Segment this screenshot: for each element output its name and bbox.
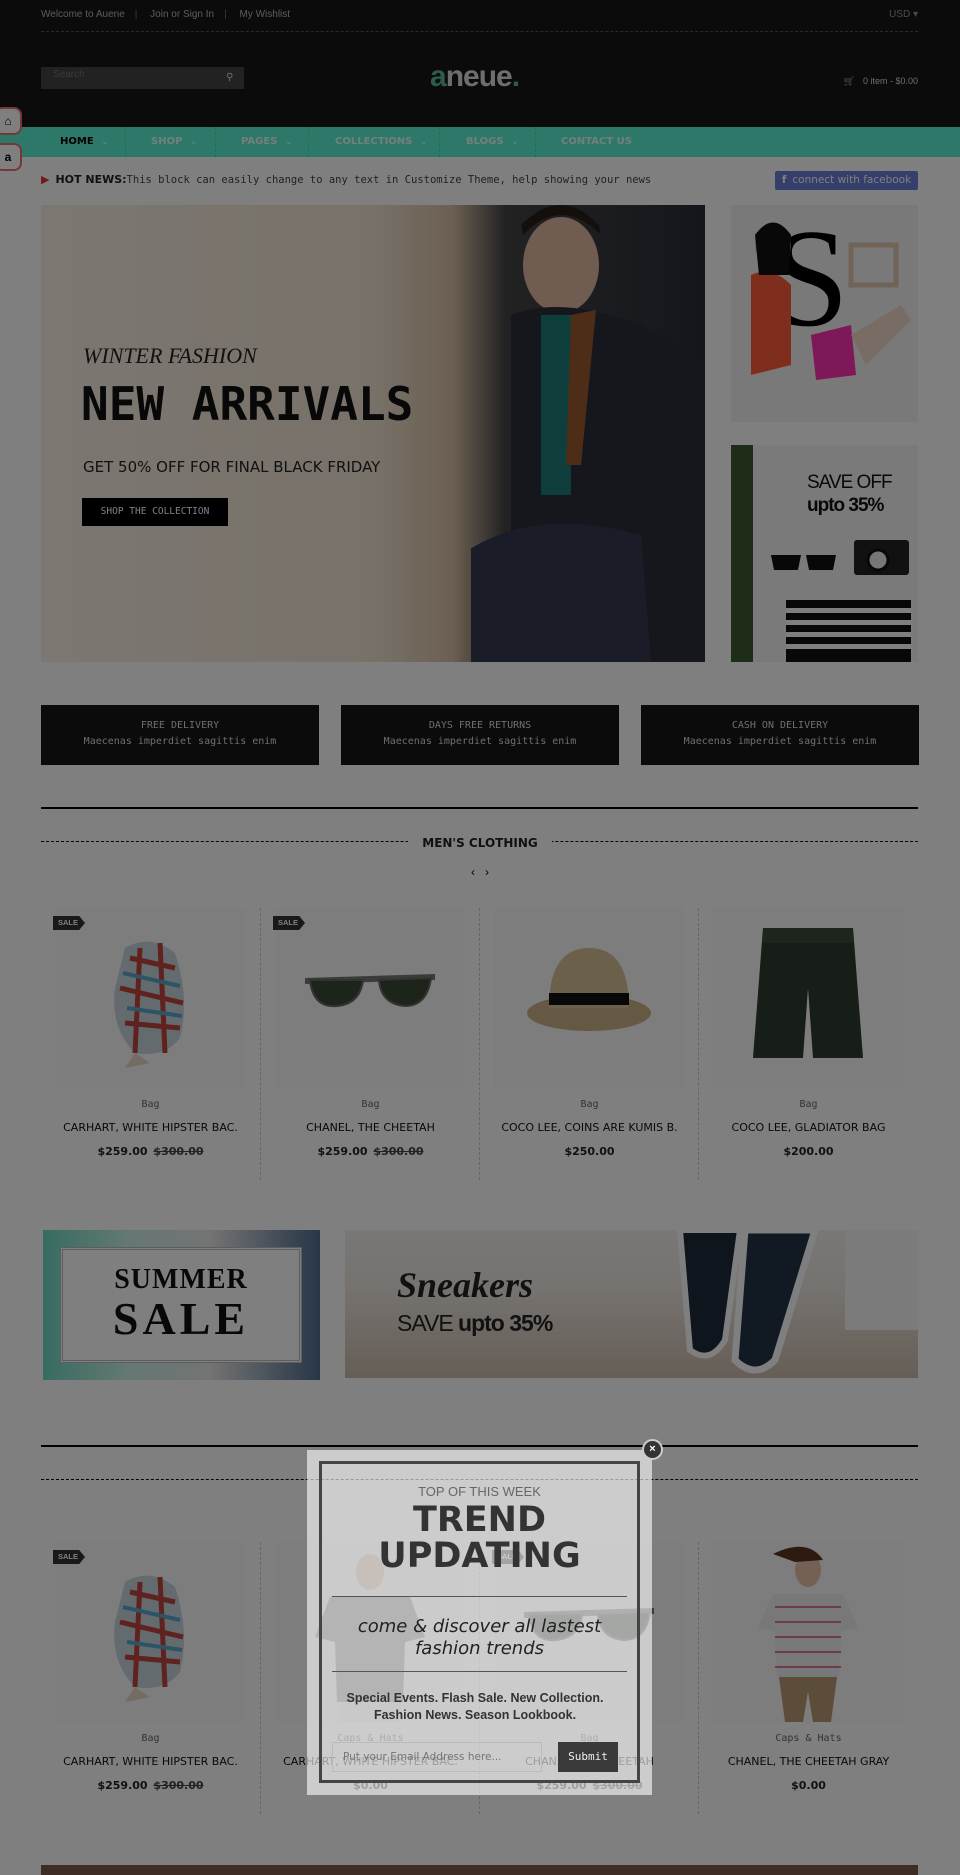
divider	[332, 1671, 627, 1672]
close-icon[interactable]: ×	[642, 1439, 663, 1460]
popup-kicker: TOP OF THIS WEEK	[418, 1484, 541, 1499]
divider	[332, 1596, 627, 1597]
popup-description: Special Events. Flash Sale. New Collecti…	[346, 1691, 604, 1722]
submit-button[interactable]: Submit	[558, 1742, 618, 1772]
popup-title-line: TREND	[412, 1500, 547, 1540]
popup-frame: TOP OF THIS WEEK TREND UPDATING come & di…	[319, 1461, 640, 1783]
tagline-line: fashion trends	[414, 1638, 545, 1659]
popup-tagline: come & discover all lastest fashion trend…	[322, 1616, 637, 1660]
tagline-line: come & discover all lastest	[357, 1616, 602, 1637]
popup-title: TREND UPDATING	[322, 1502, 637, 1574]
email-input[interactable]	[332, 1742, 542, 1772]
newsletter-popup: TOP OF THIS WEEK TREND UPDATING come & di…	[307, 1450, 652, 1795]
popup-title-line: UPDATING	[378, 1536, 581, 1576]
